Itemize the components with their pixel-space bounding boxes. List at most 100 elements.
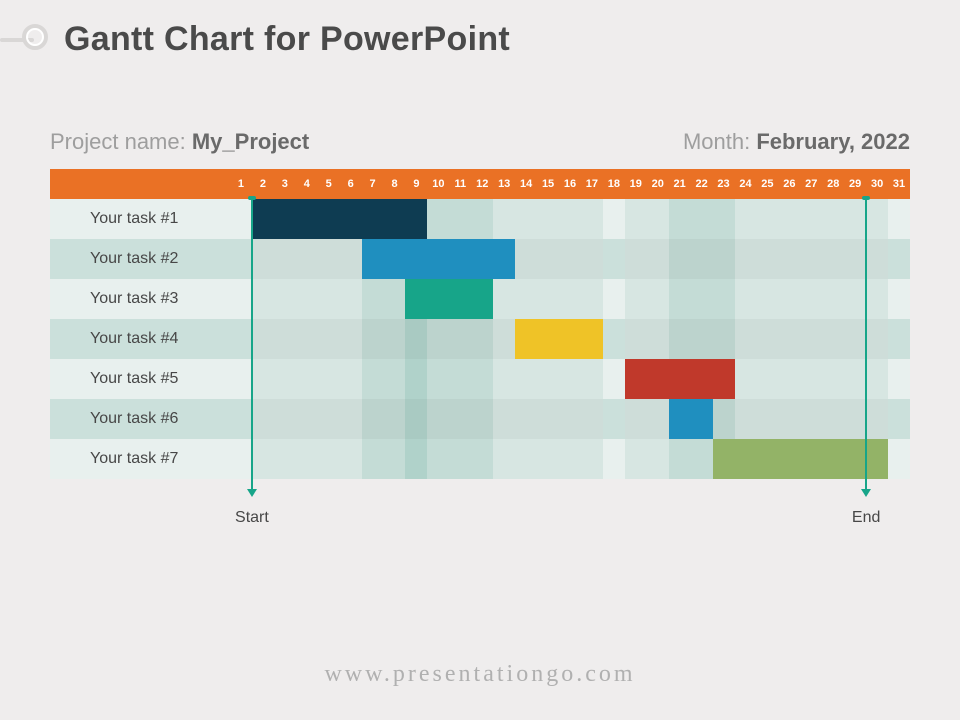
gantt-cell bbox=[471, 359, 493, 399]
project-name: Project name: My_Project bbox=[50, 129, 309, 155]
gantt-cell bbox=[252, 439, 274, 479]
gantt-cell bbox=[252, 199, 274, 239]
gantt-cell bbox=[362, 319, 384, 359]
title-bar: Gantt Chart for PowerPoint bbox=[0, 0, 960, 59]
day-header: 27 bbox=[800, 169, 822, 199]
gantt-cell bbox=[822, 359, 844, 399]
gantt-chart: 1234567891011121314151617181920212223242… bbox=[50, 169, 910, 479]
gantt-cell bbox=[471, 399, 493, 439]
gantt-cell bbox=[866, 239, 888, 279]
gantt-cell bbox=[515, 279, 537, 319]
gantt-cell bbox=[405, 399, 427, 439]
gantt-cell bbox=[866, 359, 888, 399]
gantt-cell bbox=[493, 399, 515, 439]
gantt-cell bbox=[427, 359, 449, 399]
gantt-cell bbox=[625, 279, 647, 319]
gantt-cell bbox=[230, 439, 252, 479]
gantt-cell bbox=[449, 319, 471, 359]
task-row: Your task #6 bbox=[50, 399, 910, 439]
day-header: 10 bbox=[427, 169, 449, 199]
footer-url: www.presentationgo.com bbox=[0, 661, 960, 688]
gantt-cell bbox=[866, 279, 888, 319]
gantt-cell bbox=[515, 399, 537, 439]
gantt-cell bbox=[230, 279, 252, 319]
gantt-cell bbox=[471, 239, 493, 279]
gantt-cell bbox=[669, 239, 691, 279]
gantt-cell bbox=[691, 279, 713, 319]
gantt-cell bbox=[515, 359, 537, 399]
gantt-cell bbox=[340, 319, 362, 359]
gantt-cell bbox=[559, 239, 581, 279]
day-header: 4 bbox=[296, 169, 318, 199]
gantt-cell bbox=[296, 439, 318, 479]
day-header: 26 bbox=[778, 169, 800, 199]
gantt-cell bbox=[800, 239, 822, 279]
gantt-cell bbox=[405, 359, 427, 399]
gantt-cell bbox=[756, 399, 778, 439]
gantt-cell bbox=[713, 319, 735, 359]
gantt-cell bbox=[318, 319, 340, 359]
gantt-cell bbox=[252, 319, 274, 359]
gantt-cell bbox=[888, 399, 910, 439]
gantt-cell bbox=[340, 199, 362, 239]
gantt-cell bbox=[384, 439, 406, 479]
gantt-cell bbox=[735, 279, 757, 319]
gantt-cell bbox=[405, 199, 427, 239]
gantt-cell bbox=[778, 279, 800, 319]
gantt-cell bbox=[318, 399, 340, 439]
gantt-cell bbox=[296, 359, 318, 399]
gantt-cell bbox=[625, 399, 647, 439]
gantt-cell bbox=[537, 439, 559, 479]
day-header: 8 bbox=[384, 169, 406, 199]
gantt-cell bbox=[581, 399, 603, 439]
gantt-cell bbox=[822, 239, 844, 279]
gantt-cell bbox=[800, 279, 822, 319]
gantt-cell bbox=[274, 239, 296, 279]
day-header: 29 bbox=[844, 169, 866, 199]
gantt-cell bbox=[581, 359, 603, 399]
gantt-cell bbox=[427, 279, 449, 319]
gantt-cell bbox=[647, 279, 669, 319]
gantt-cell bbox=[362, 399, 384, 439]
day-header: 9 bbox=[405, 169, 427, 199]
gantt-cell bbox=[384, 319, 406, 359]
day-header: 20 bbox=[647, 169, 669, 199]
gantt-header: 1234567891011121314151617181920212223242… bbox=[50, 169, 910, 199]
gantt-cell bbox=[691, 319, 713, 359]
gantt-cell bbox=[449, 399, 471, 439]
gantt-cell bbox=[756, 239, 778, 279]
gantt-cell bbox=[449, 199, 471, 239]
gantt-cell bbox=[800, 399, 822, 439]
gantt-cell bbox=[427, 399, 449, 439]
gantt-cell bbox=[537, 279, 559, 319]
gantt-cell bbox=[537, 319, 559, 359]
task-label: Your task #6 bbox=[50, 399, 230, 439]
gantt-cell bbox=[493, 239, 515, 279]
gantt-cell bbox=[735, 439, 757, 479]
gantt-cell bbox=[713, 239, 735, 279]
gantt-cell bbox=[449, 239, 471, 279]
end-marker-label: End bbox=[836, 509, 896, 527]
month-label: Month: bbox=[683, 129, 756, 154]
gantt-cell bbox=[537, 239, 559, 279]
month: Month: February, 2022 bbox=[683, 129, 910, 155]
gantt-cell bbox=[471, 279, 493, 319]
gantt-cell bbox=[866, 399, 888, 439]
gantt-cell bbox=[800, 439, 822, 479]
gantt-cell bbox=[822, 399, 844, 439]
gantt-cell bbox=[230, 199, 252, 239]
gantt-cell bbox=[669, 279, 691, 319]
gantt-cell bbox=[888, 199, 910, 239]
day-header: 24 bbox=[735, 169, 757, 199]
gantt-cell bbox=[691, 359, 713, 399]
gantt-cell bbox=[340, 239, 362, 279]
gantt-cell bbox=[888, 439, 910, 479]
gantt-cell bbox=[405, 239, 427, 279]
gantt-cell bbox=[384, 399, 406, 439]
day-header: 25 bbox=[756, 169, 778, 199]
gantt-cell bbox=[362, 199, 384, 239]
gantt-cell bbox=[581, 199, 603, 239]
gantt-cell bbox=[449, 279, 471, 319]
task-label: Your task #5 bbox=[50, 359, 230, 399]
gantt-cell bbox=[471, 319, 493, 359]
